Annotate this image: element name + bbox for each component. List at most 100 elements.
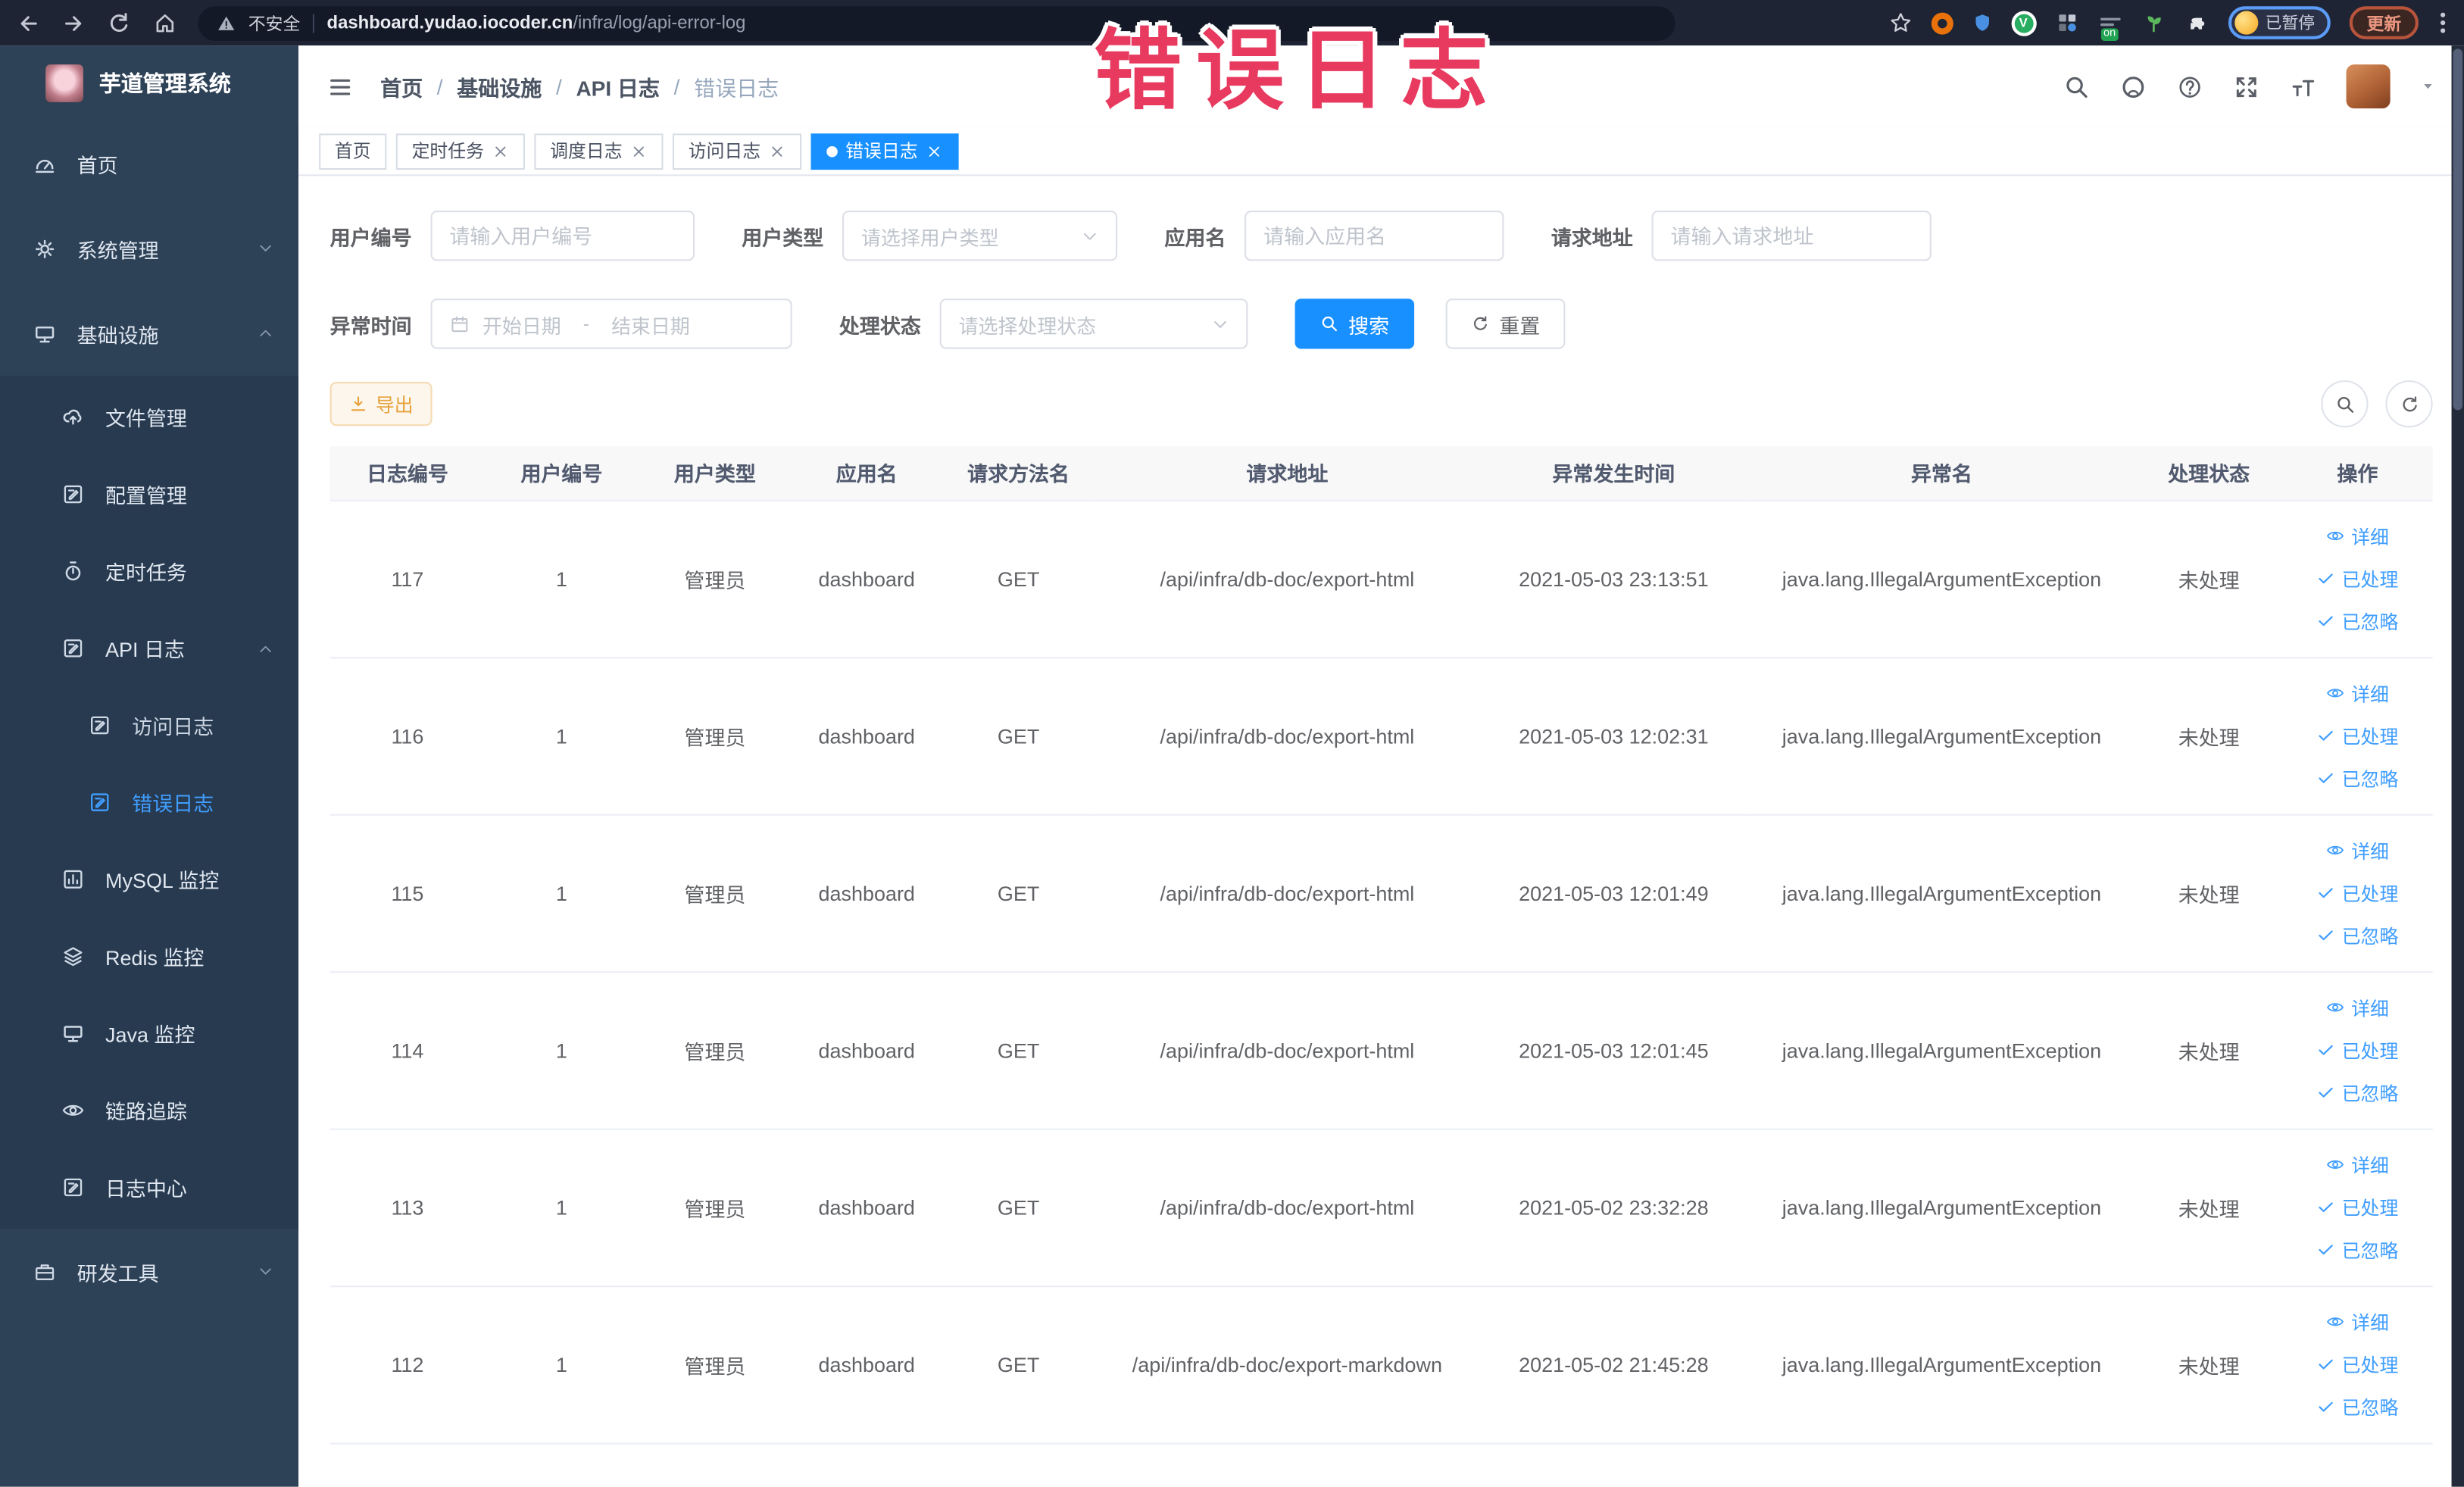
detail-link[interactable]: 详细 [2326,837,2389,864]
mark-processed-link[interactable]: 已处理 [2316,879,2398,906]
cell-url: /api/infra/db-doc/export-html [1095,971,1479,1129]
sidebar-item-error-log[interactable]: 错误日志 [0,764,298,841]
cell-actions: 详细 已处理 已忽略 [2282,814,2433,973]
detail-link[interactable]: 详细 [2326,523,2389,549]
extension-green-icon[interactable]: V [2010,10,2036,36]
tab-access-log[interactable]: 访问日志 [672,133,802,170]
sidebar-item-dev-tools[interactable]: 研发工具 [0,1229,298,1314]
sidebar-item-trace[interactable]: 链路追踪 [0,1072,298,1149]
mark-processed-link[interactable]: 已处理 [2316,565,2398,592]
sidebar-item-mysql[interactable]: MySQL 监控 [0,841,298,918]
cell-log-id: 112 [329,1286,486,1444]
tab-job[interactable]: 定时任务 [395,133,525,170]
date-range-picker[interactable]: 开始日期 - 结束日期 [430,298,792,349]
sidebar-logo[interactable]: 芋道管理系统 [0,45,298,121]
help-icon[interactable] [2176,73,2203,99]
close-icon[interactable] [492,142,509,160]
request-url-input[interactable] [1670,223,1913,248]
sidebar-item-infra[interactable]: 基础设施 [0,291,298,376]
mark-ignored-link[interactable]: 已忽略 [2316,764,2398,791]
mark-processed-link[interactable]: 已处理 [2316,1351,2398,1377]
detail-link[interactable]: 详细 [2326,994,2389,1020]
close-icon[interactable] [630,142,648,160]
refresh-table-button[interactable] [2385,380,2433,428]
cell-log-id: 115 [329,814,486,973]
top-navbar: 首页 / 基础设施 / API 日志 / 错误日志 [298,45,2464,128]
scrollbar-thumb[interactable] [2453,48,2463,411]
eye-icon [2327,1160,2344,1169]
mark-processed-link[interactable]: 已处理 [2316,1194,2398,1220]
font-size-icon[interactable] [2290,73,2316,99]
extension-sprout-icon[interactable] [2141,11,2165,35]
browser-profile-chip[interactable]: 已暂停 [2227,6,2331,39]
mark-ignored-link[interactable]: 已忽略 [2316,1393,2398,1420]
end-date-placeholder: 结束日期 [611,314,690,338]
extension-grid-icon[interactable] [2055,11,2078,35]
hamburger-icon[interactable] [327,73,354,99]
detail-link[interactable]: 详细 [2326,1151,2389,1178]
caret-down-icon[interactable] [2420,79,2436,95]
reset-button[interactable]: 重置 [1445,298,1566,349]
sidebar-item-job[interactable]: 定时任务 [0,533,298,610]
extension-orange-icon[interactable] [1930,11,1953,34]
browser-toolbar: 不安全 dashboard.yudao.iocoder.cn/infra/log… [0,0,2464,46]
user-avatar[interactable] [2346,64,2391,109]
browser-menu-icon[interactable] [2437,9,2449,36]
mark-ignored-link[interactable]: 已忽略 [2316,1079,2398,1105]
mark-processed-link[interactable]: 已处理 [2316,722,2398,748]
user-type-select[interactable]: 请选择用户类型 [842,211,1118,261]
browser-forward-icon[interactable] [61,10,86,35]
sidebar-item-config[interactable]: 配置管理 [0,456,298,533]
tab-home[interactable]: 首页 [319,133,387,170]
sidebar-item-java[interactable]: Java 监控 [0,995,298,1072]
cell-method: GET [942,1286,1095,1444]
sidebar-submenu-infra: 文件管理 配置管理 定时任务 API 日志 访问日志 错误日志 MySQL 监控… [0,375,299,1229]
sidebar-item-api-log[interactable]: API 日志 [0,610,298,687]
select-placeholder: 请选择用户类型 [861,226,999,249]
browser-reload-icon[interactable] [107,10,132,35]
search-icon[interactable] [2063,73,2090,99]
breadcrumb-api-log[interactable]: API 日志 [576,70,660,102]
bookmark-star-icon[interactable] [1888,11,1912,35]
check-icon [2319,1087,2334,1098]
breadcrumb-home[interactable]: 首页 [380,70,423,102]
sidebar-item-access-log[interactable]: 访问日志 [0,687,298,764]
extension-shield-icon[interactable] [1972,11,1992,35]
browser-home-icon[interactable] [152,10,177,35]
cell-user-type: 管理员 [638,657,792,815]
tab-job-log[interactable]: 调度日志 [534,133,664,170]
fullscreen-icon[interactable] [2233,73,2259,99]
mark-ignored-link[interactable]: 已忽略 [2316,608,2398,634]
app-name-input[interactable] [1263,223,1485,248]
sidebar-item-log-center[interactable]: 日志中心 [0,1149,298,1226]
ignored-link-label: 已忽略 [2341,924,2399,948]
browser-update-button[interactable]: 更新 [2349,6,2419,39]
close-icon[interactable] [769,142,786,160]
sidebar-item-redis[interactable]: Redis 监控 [0,918,298,995]
user-id-input[interactable] [449,223,676,248]
extensions-puzzle-icon[interactable] [2184,10,2209,35]
cell-status: 未处理 [2135,657,2283,815]
browser-back-icon[interactable] [16,10,41,35]
close-icon[interactable] [926,142,943,160]
mark-processed-link[interactable]: 已处理 [2316,1036,2398,1063]
tab-error-log[interactable]: 错误日志 [810,133,959,170]
process-status-select[interactable]: 请选择处理状态 [939,298,1248,349]
toggle-search-button[interactable] [2321,380,2369,428]
sidebar-item-system[interactable]: 系统管理 [0,206,298,291]
table-row: 116 1 管理员 dashboard GET /api/infra/db-do… [329,657,2433,815]
search-button[interactable]: 搜索 [1294,298,1415,349]
sidebar-item-home[interactable]: 首页 [0,121,298,206]
extension-on-badge-icon[interactable]: on [2097,11,2122,41]
breadcrumb-infra[interactable]: 基础设施 [457,70,542,102]
mark-ignored-link[interactable]: 已忽略 [2316,922,2398,948]
cell-log-id: 117 [329,499,486,658]
export-button[interactable]: 导出 [329,382,433,426]
github-icon[interactable] [2120,73,2147,99]
address-bar[interactable]: 不安全 dashboard.yudao.iocoder.cn/infra/log… [198,5,1675,40]
sidebar-item-file[interactable]: 文件管理 [0,379,298,456]
mark-ignored-link[interactable]: 已忽略 [2316,1236,2398,1263]
detail-link[interactable]: 详细 [2326,679,2389,706]
chart-icon [64,870,83,889]
detail-link[interactable]: 详细 [2326,1308,2389,1335]
